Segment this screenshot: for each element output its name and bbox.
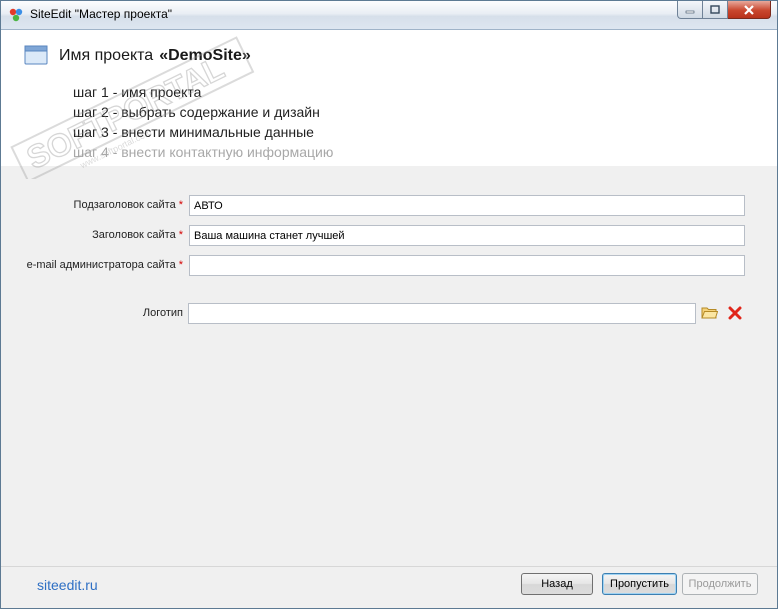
folder-icon[interactable] — [701, 305, 718, 320]
wizard-header: Имя проекта «DemoSite» шаг 1 - имя проект… — [1, 30, 777, 166]
project-title: Имя проекта «DemoSite» — [59, 47, 251, 65]
app-icon — [9, 8, 23, 22]
window-title: SiteEdit "Мастер проекта" — [30, 7, 172, 21]
project-name: «DemoSite» — [159, 47, 251, 64]
title-row: Заголовок сайта * — [1, 225, 777, 247]
footer-divider — [1, 566, 777, 567]
email-label: e-mail администратора сайта * — [26, 259, 183, 271]
email-row: e-mail администратора сайта * — [1, 255, 777, 277]
step-2: шаг 2 - выбрать содержание и дизайн — [73, 104, 320, 120]
subtitle-row: Подзаголовок сайта * — [1, 195, 777, 217]
continue-button[interactable]: Продолжить — [682, 573, 758, 595]
minimize-button[interactable] — [677, 1, 703, 19]
title-bar[interactable]: SiteEdit "Мастер проекта" — [1, 1, 777, 30]
subtitle-input[interactable] — [189, 195, 745, 216]
close-button[interactable] — [728, 1, 771, 19]
step-3: шаг 3 - внести минимальные данные — [73, 124, 314, 140]
email-input[interactable] — [189, 255, 745, 276]
logo-row: Логотип — [1, 303, 777, 325]
back-button[interactable]: Назад — [521, 573, 593, 595]
delete-icon[interactable] — [728, 306, 742, 320]
required-mark: * — [178, 199, 183, 211]
wizard-steps: шаг 1 - имя проекта шаг 2 - выбрать соде… — [73, 82, 333, 162]
minimize-icon — [685, 10, 695, 13]
project-label: Имя проекта — [59, 47, 154, 64]
logo-input[interactable] — [188, 303, 696, 324]
required-mark: * — [178, 229, 183, 241]
close-icon — [744, 4, 754, 15]
title-input[interactable] — [189, 225, 745, 246]
required-mark: * — [178, 259, 183, 271]
title-label: Заголовок сайта * — [92, 229, 183, 241]
window-icon — [24, 45, 48, 65]
step-1: шаг 1 - имя проекта — [73, 84, 202, 100]
window-controls — [677, 1, 771, 21]
siteedit-link[interactable]: siteedit.ru — [37, 577, 98, 593]
subtitle-label: Подзаголовок сайта * — [73, 199, 183, 211]
step-4: шаг 4 - внести контактную информацию — [73, 144, 334, 160]
maximize-icon — [710, 5, 720, 14]
skip-button[interactable]: Пропустить — [602, 573, 677, 595]
maximize-button[interactable] — [703, 1, 728, 19]
logo-label: Логотип — [142, 307, 183, 319]
wizard-window: SiteEdit "Мастер проекта" Имя проекта «De… — [0, 0, 778, 609]
